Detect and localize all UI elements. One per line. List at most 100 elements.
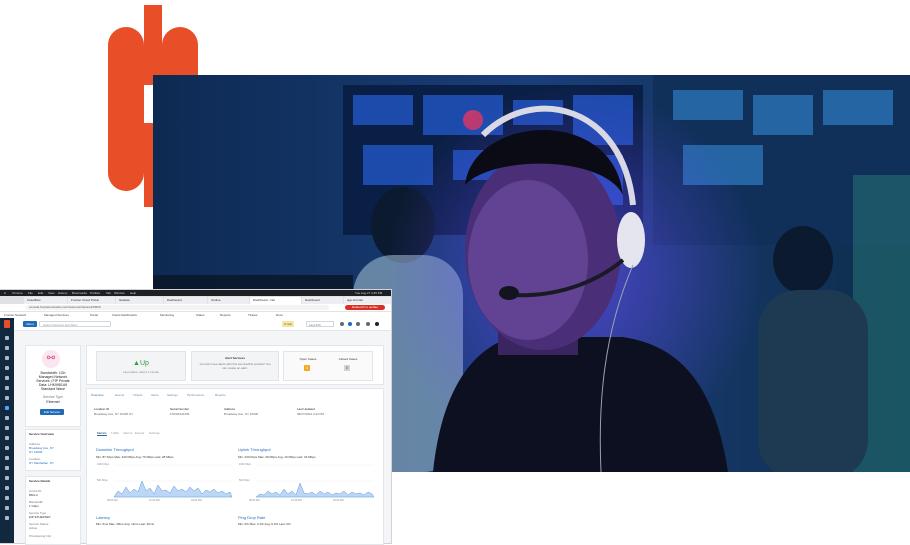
tab-settings[interactable]: Settings — [167, 393, 178, 397]
up-status-label: ▲Up — [133, 360, 149, 367]
detail-label: Last Updated — [297, 407, 315, 411]
service-details-card: Service Details Circuit ID BDA-2 Bandwid… — [25, 476, 81, 545]
x-tick-label: 04:00 PM — [191, 499, 202, 502]
cube-icon[interactable] — [5, 506, 9, 510]
tab-traffic[interactable]: Traffic — [111, 431, 119, 435]
x-tick-label: 12:00 PM — [149, 499, 160, 502]
gear-icon[interactable] — [5, 476, 9, 480]
browser-tab[interactable]: Outline — [208, 297, 249, 304]
downlink-chart-title[interactable]: Downlink Throughput — [96, 447, 134, 452]
address-bar[interactable]: console.frontiernetworks.com/customer/de… — [26, 305, 329, 310]
phone-icon[interactable] — [5, 336, 9, 340]
card-icon[interactable] — [5, 446, 9, 450]
tab-events-inner[interactable]: Events — [135, 431, 144, 435]
tab-events[interactable]: Events — [115, 393, 124, 397]
alert-services-box: Alert Services You don't see alerts with… — [191, 351, 279, 381]
help-icon[interactable] — [5, 516, 9, 520]
browser-tab[interactable]: Frontier Cloud Portal — [68, 297, 115, 304]
shield-icon[interactable] — [5, 456, 9, 460]
browser-tab[interactable]: Dashboard — [164, 297, 207, 304]
alert-services-title: Alert Services — [224, 356, 245, 360]
location-link[interactable]: NY Manhattan, NY — [29, 461, 54, 465]
share-nodes-icon: ⚯ — [42, 350, 60, 368]
x-tick-label: 08:00 AM — [107, 499, 118, 502]
uplink-series — [255, 482, 374, 498]
user-icon[interactable] — [5, 346, 9, 350]
field-label: Provisioning Info — [29, 534, 52, 538]
calendar-icon[interactable] — [5, 386, 9, 390]
status-badge: Active — [29, 526, 38, 530]
notification-icon[interactable] — [340, 322, 344, 326]
share-icon[interactable] — [5, 406, 9, 410]
server-icon[interactable] — [5, 426, 9, 430]
tab-metrics[interactable]: Metrics — [97, 431, 107, 436]
browser-toolbar: console.frontiernetworks.com/customer/de… — [0, 304, 391, 312]
status-summary: ▲Up Last status: about 1 minute Alert Se… — [86, 345, 384, 385]
user-avatar-icon[interactable] — [375, 322, 379, 326]
tab-settings-inner[interactable]: Settings — [149, 431, 160, 435]
field-value: 1 Gbps — [29, 504, 39, 508]
x-tick-label: 12:00 PM — [291, 499, 302, 502]
download-icon[interactable] — [5, 496, 9, 500]
tab-performance[interactable]: Performance — [187, 393, 204, 397]
service-type-label: Service Type — [42, 395, 64, 399]
browser-tab[interactable]: Netdata — [116, 297, 163, 304]
detail-label: Address — [224, 407, 236, 411]
tab-alarms[interactable]: Alarms — [123, 431, 132, 435]
device-detail-panel: Overview Events Tickets Alerts Settings … — [86, 388, 384, 545]
detail-value: Broadway Ave, NY 10006 — [224, 412, 259, 416]
list-icon[interactable] — [5, 436, 9, 440]
y-tick-label: 1000 Kbps — [97, 463, 109, 466]
time-range-select[interactable]: Last 24h — [306, 321, 334, 327]
help-circle-icon[interactable] — [356, 322, 360, 326]
grid-icon[interactable] — [5, 376, 9, 380]
detail-label: Serial Number — [170, 407, 190, 411]
browser-tab[interactable]: Cloudflare — [24, 297, 67, 304]
app-header: Menu Search Devices and Sites 2 Ups Last… — [14, 318, 391, 331]
browser-tab[interactable]: Dashboard — [302, 297, 343, 304]
sidebar-logo-icon[interactable] — [4, 320, 10, 328]
device-search-input[interactable]: Search Devices and Sites — [39, 321, 111, 327]
status-pill[interactable]: 2 Ups — [282, 321, 294, 327]
detail-value: 08/27/2024 4:44 PM — [297, 412, 325, 416]
x-tick-label: 08:00 AM — [249, 499, 260, 502]
ping-drop-chart-title[interactable]: Ping Drop Rate — [238, 515, 265, 520]
settings-icon[interactable] — [366, 322, 370, 326]
field-value: EIP ETHERNET — [29, 515, 51, 519]
uplink-chart-stats: Min: 430 Kbps Max: 39 Mbps Avg: 10 Mbps … — [238, 455, 316, 459]
chart-icon[interactable] — [5, 356, 9, 360]
open-cases-count[interactable]: 1 — [304, 365, 310, 371]
relaunch-button[interactable]: Relaunch to update — [345, 305, 385, 310]
latency-chart-stats: Min: 6ms Max: 28ms Avg: 12ms Last: 20ms — [96, 522, 154, 526]
browser-tab[interactable]: app.Frontier — [344, 297, 391, 304]
up-status-box: ▲Up Last status: about 1 minute — [96, 351, 186, 381]
alert-icon[interactable] — [5, 466, 9, 470]
browser-tab-active[interactable]: Dashboard - Net — [250, 297, 301, 304]
alert-services-text: You don't see alerts with this service/t… — [199, 362, 271, 370]
y-tick-label: 1000 Kbps — [239, 463, 251, 466]
detail-label: Location ID — [94, 407, 110, 411]
closed-cases-count[interactable]: 0 — [344, 365, 350, 371]
document-icon[interactable] — [5, 486, 9, 490]
network-icon[interactable] — [5, 416, 9, 420]
menu-button[interactable]: Menu — [23, 321, 37, 327]
downlink-chart-stats: Min: 87 Kbps Max: 320 Mbps Avg: 76 Mbps … — [96, 455, 174, 459]
chat-icon[interactable] — [348, 322, 352, 326]
address-link[interactable]: NY 10006 — [29, 450, 42, 454]
building-icon[interactable] — [5, 366, 9, 370]
service-overview-card: Service Overview Address Broadway Ave, N… — [25, 429, 81, 471]
tab-overview[interactable]: Overview — [91, 393, 104, 397]
pin-icon[interactable] — [5, 396, 9, 400]
tab-alerts[interactable]: Alerts — [151, 393, 159, 397]
edit-service-button[interactable]: Edit Service — [40, 409, 64, 415]
card-title: Service Overview — [29, 432, 54, 436]
y-tick-label: 500 Kbps — [239, 479, 250, 482]
x-tick-label: 04:00 PM — [333, 499, 344, 502]
tab-tickets[interactable]: Tickets — [133, 393, 142, 397]
latency-chart-title[interactable]: Latency — [96, 515, 110, 520]
tab-reports[interactable]: Reports — [215, 393, 226, 397]
downlink-series — [113, 480, 232, 498]
cases-box: Open Cases 1 Closed Cases 0 — [283, 351, 373, 381]
uplink-chart-title[interactable]: Uplink Throughput — [238, 447, 271, 452]
device-name-line: Standard Wave — [41, 387, 65, 391]
